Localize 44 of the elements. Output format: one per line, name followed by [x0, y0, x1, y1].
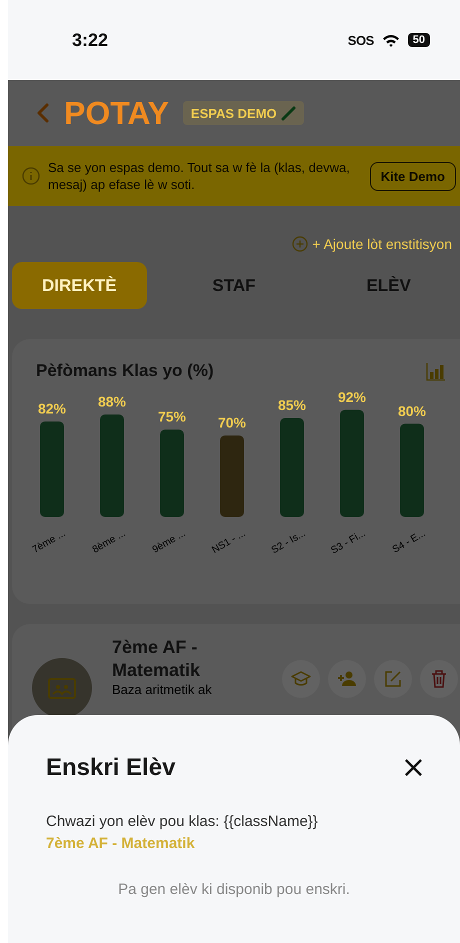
close-button[interactable]: × — [396, 753, 430, 783]
category-label: S4 - E... — [390, 528, 428, 556]
tab[interactable]: ELÈV — [321, 262, 456, 309]
bar-chart-icon — [426, 362, 446, 380]
chart-title: Pèfòmans Klas yo (%) — [36, 361, 214, 381]
value-label: 82% — [38, 400, 66, 416]
value-label: 88% — [98, 393, 126, 410]
action-button[interactable] — [420, 660, 458, 698]
value-label: 80% — [398, 402, 426, 419]
value-label: 70% — [218, 414, 246, 430]
badge-label: ESPAS DEMO — [190, 106, 277, 120]
sheet-title: Enskri Elèv — [46, 754, 176, 782]
category-label: S2 - Is... — [270, 528, 308, 556]
prompt-text: Chwazi yon elèv pou klas: {{className}} — [46, 812, 319, 832]
tab[interactable]: STAF — [166, 262, 302, 309]
plus-circle-icon — [292, 236, 308, 252]
empty-message: Pa gen elèv ki disponib pou enskri. — [117, 881, 351, 898]
back-icon — [36, 103, 50, 123]
category-label: NS1 - ... — [210, 528, 248, 556]
category-label: S3 - Fi... — [329, 528, 368, 556]
class-subtitle: Baza aritmetik ak — [112, 682, 213, 697]
class-name: 7ème AF - Matematik — [46, 834, 196, 854]
sos-indicator: SOS — [348, 32, 374, 48]
value-label: 92% — [338, 389, 366, 405]
tab[interactable]: DIREKTÈ — [12, 262, 147, 309]
category-label: 8ème ... — [90, 528, 128, 556]
status-time: 3:22 — [72, 30, 108, 50]
action-button[interactable] — [282, 660, 320, 698]
action-button[interactable] — [328, 660, 366, 698]
wifi-icon — [382, 33, 400, 47]
value-label: 75% — [158, 408, 186, 425]
pencil-icon — [280, 105, 296, 121]
add-institution-link[interactable]: + Ajoute lòt enstitisyon — [292, 236, 452, 252]
banner-message: Sa se yon espas demo. Tout sa w fè la (klas, devwa, mesaj) ap efase lè w soti. — [48, 159, 351, 193]
action-button[interactable] — [374, 660, 412, 698]
category-label: 9ème ... — [150, 528, 188, 556]
battery-icon: 50 — [408, 33, 430, 47]
class-icon — [32, 658, 92, 718]
value-label: 85% — [278, 396, 306, 413]
class-title: 7ème AF - Matematik — [112, 636, 202, 682]
info-icon — [22, 167, 40, 185]
app-title: POTAY — [64, 94, 169, 132]
exit-demo-button[interactable]: Kite Demo — [370, 162, 456, 190]
category-label: 7ème ... — [30, 528, 68, 556]
